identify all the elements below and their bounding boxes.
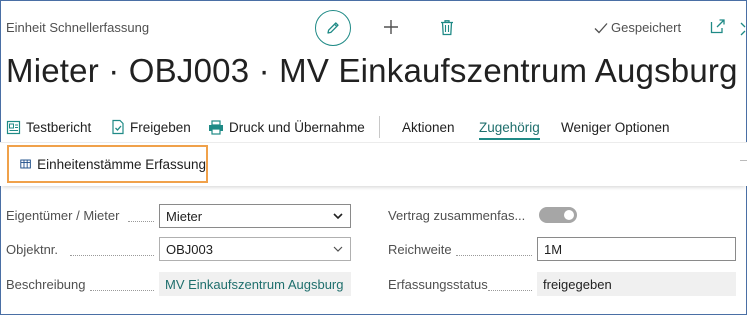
objektnr-label: Objektnr. bbox=[6, 242, 59, 257]
weniger-optionen-button[interactable]: Weniger Optionen bbox=[561, 120, 670, 135]
page-type-label: Einheit Schnellerfassung bbox=[6, 20, 150, 35]
strip-edge-line bbox=[740, 160, 747, 161]
eigentuemer-leader bbox=[128, 221, 154, 222]
druck-action[interactable]: Druck und Übernahme bbox=[208, 120, 365, 135]
chevron-down-icon bbox=[333, 246, 343, 252]
reichweite-leader bbox=[456, 255, 532, 256]
saved-status-text: Gespeichert bbox=[611, 20, 682, 35]
vertrag-toggle[interactable] bbox=[539, 207, 577, 223]
aktionen-tab[interactable]: Aktionen bbox=[402, 120, 455, 135]
status-leader bbox=[488, 290, 532, 291]
pencil-icon bbox=[327, 22, 339, 34]
reichweite-input[interactable]: 1M bbox=[537, 237, 736, 261]
reichweite-value: 1M bbox=[544, 241, 563, 257]
toggle-knob bbox=[564, 210, 574, 220]
zugehoerig-label: Zugehörig bbox=[479, 119, 540, 135]
printer-icon bbox=[209, 119, 223, 135]
beschreibung-field[interactable]: MV Einkaufszentrum Augsburg bbox=[159, 272, 351, 296]
druck-label: Druck und Übernahme bbox=[229, 119, 365, 135]
objektnr-value: OBJ003 bbox=[166, 241, 213, 257]
open-new-window-button[interactable] bbox=[710, 18, 726, 39]
status-field: freigegeben bbox=[537, 272, 736, 296]
aktionen-label: Aktionen bbox=[402, 119, 455, 135]
weniger-optionen-label: Weniger Optionen bbox=[561, 119, 670, 135]
edit-button[interactable] bbox=[315, 10, 351, 46]
collapse-icon bbox=[740, 22, 746, 36]
new-button[interactable] bbox=[378, 14, 404, 40]
testbericht-label: Testbericht bbox=[26, 119, 92, 135]
objektnr-leader bbox=[70, 255, 154, 256]
page-title: Mieter · OBJ003 · MV Einkaufszentrum Aug… bbox=[6, 52, 738, 89]
active-tab-underline bbox=[479, 137, 540, 140]
objektnr-input[interactable]: OBJ003 bbox=[159, 237, 351, 261]
status-value: freigegeben bbox=[543, 276, 612, 292]
saved-status: Gespeichert bbox=[594, 20, 681, 35]
eigentuemer-label: Eigentümer / Mieter bbox=[6, 208, 120, 223]
beschreibung-label: Beschreibung bbox=[6, 277, 86, 292]
zugehoerig-tab[interactable]: Zugehörig bbox=[479, 119, 540, 140]
reichweite-label: Reichweite bbox=[388, 242, 452, 257]
chevron-down-icon bbox=[333, 213, 343, 220]
testbericht-action[interactable]: Testbericht bbox=[6, 120, 91, 135]
vertrag-label: Vertrag zusammenfas... bbox=[388, 208, 526, 223]
popout-icon bbox=[710, 19, 725, 34]
trash-icon bbox=[441, 19, 453, 35]
eigentuemer-value: Mieter bbox=[166, 208, 203, 224]
delete-button[interactable] bbox=[435, 14, 459, 40]
einheitenstaemme-erfassung-action[interactable]: Einheitenstämme Erfassung bbox=[7, 145, 208, 183]
einheitenstaemme-erfassung-label: Einheitenstämme Erfassung bbox=[37, 156, 206, 172]
release-doc-icon bbox=[112, 119, 124, 135]
eigentuemer-select[interactable]: Mieter bbox=[159, 204, 351, 228]
beschreibung-leader bbox=[90, 290, 154, 291]
checkmark-icon bbox=[594, 22, 608, 33]
beschreibung-value: MV Einkaufszentrum Augsburg bbox=[165, 276, 344, 292]
freigeben-label: Freigeben bbox=[130, 119, 191, 135]
status-label: Erfassungsstatus bbox=[388, 277, 488, 292]
freigeben-action[interactable]: Freigeben bbox=[111, 119, 191, 135]
table-icon bbox=[20, 159, 31, 169]
collapse-button[interactable] bbox=[740, 22, 746, 41]
action-bar: Testbericht Freigeben Druck und Übernahm… bbox=[0, 113, 747, 141]
action-bar-separator bbox=[379, 116, 380, 138]
test-report-icon bbox=[6, 120, 21, 134]
plus-icon bbox=[384, 20, 398, 34]
